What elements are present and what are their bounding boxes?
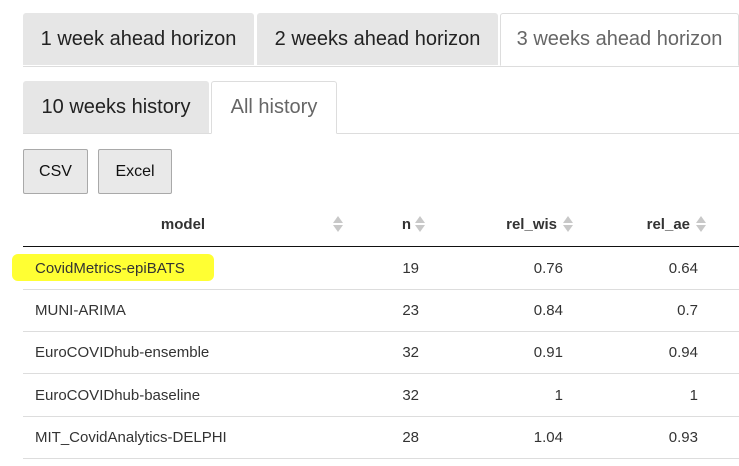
cell-rel-wis: 0.91 — [533, 343, 563, 361]
cell-n: 32 — [402, 386, 419, 404]
cell-model: MUNI-ARIMA — [35, 301, 126, 319]
table-row[interactable]: EuroCOVIDhub-ensemble 32 0.91 0.94 — [23, 331, 739, 374]
cell-model: EuroCOVIDhub-baseline — [35, 386, 201, 404]
cell-rel-ae: 1 — [689, 386, 698, 404]
horizon-tabs: 1 week ahead horizon 2 weeks ahead horiz… — [23, 13, 739, 67]
cell-model: CovidMetrics-epiBATS — [35, 259, 185, 277]
excel-button[interactable]: Excel — [98, 149, 172, 194]
tab-1-week-ahead[interactable]: 1 week ahead horizon — [23, 13, 254, 65]
cell-n: 19 — [402, 259, 419, 277]
cell-model: MIT_CovidAnalytics-DELPHI — [35, 428, 227, 446]
cell-rel-wis: 1.04 — [533, 428, 563, 446]
csv-button[interactable]: CSV — [23, 149, 88, 194]
table-row[interactable]: MIT_CovidAnalytics-DELPHI 28 1.04 0.93 — [23, 416, 739, 459]
cell-n: 32 — [402, 343, 419, 361]
column-header-label: rel_wis — [506, 215, 557, 233]
cell-rel-ae: 0.94 — [668, 343, 698, 361]
cell-model: EuroCOVIDhub-ensemble — [35, 343, 210, 361]
cell-rel-ae: 0.93 — [668, 428, 698, 446]
table-row[interactable]: EuroCOVIDhub-baseline 32 1 1 — [23, 374, 739, 417]
sort-icon — [563, 215, 573, 233]
sort-icon — [415, 215, 425, 233]
column-header-label: n — [401, 215, 411, 233]
tab-10-weeks-history[interactable]: 10 weeks history — [23, 81, 209, 133]
cell-rel-wis: 0.84 — [533, 301, 563, 319]
cell-rel-wis: 0.76 — [533, 259, 563, 277]
tab-3-weeks-ahead[interactable]: 3 weeks ahead horizon — [500, 13, 739, 66]
column-header-n[interactable]: n — [380, 204, 425, 244]
table-row[interactable]: MUNI-ARIMA 23 0.84 0.7 — [23, 289, 739, 332]
column-header-label: model — [160, 215, 206, 233]
column-header-rel-wis[interactable]: rel_wis — [480, 204, 573, 244]
sort-icon — [333, 215, 343, 233]
sort-icon — [696, 215, 706, 233]
cell-n: 28 — [402, 428, 419, 446]
tab-all-history[interactable]: All history — [211, 81, 337, 134]
column-header-label: rel_ae — [646, 215, 690, 233]
cell-rel-wis: 1 — [554, 386, 563, 404]
tab-2-weeks-ahead[interactable]: 2 weeks ahead horizon — [257, 13, 498, 65]
table-row[interactable]: CovidMetrics-epiBATS 19 0.76 0.64 — [23, 247, 739, 290]
column-header-rel-ae[interactable]: rel_ae — [620, 204, 706, 244]
column-header-model[interactable]: model — [23, 204, 343, 244]
cell-rel-ae: 0.64 — [668, 259, 698, 277]
cell-n: 23 — [402, 301, 419, 319]
history-tabs: 10 weeks history All history — [23, 81, 739, 134]
cell-rel-ae: 0.7 — [677, 301, 698, 319]
